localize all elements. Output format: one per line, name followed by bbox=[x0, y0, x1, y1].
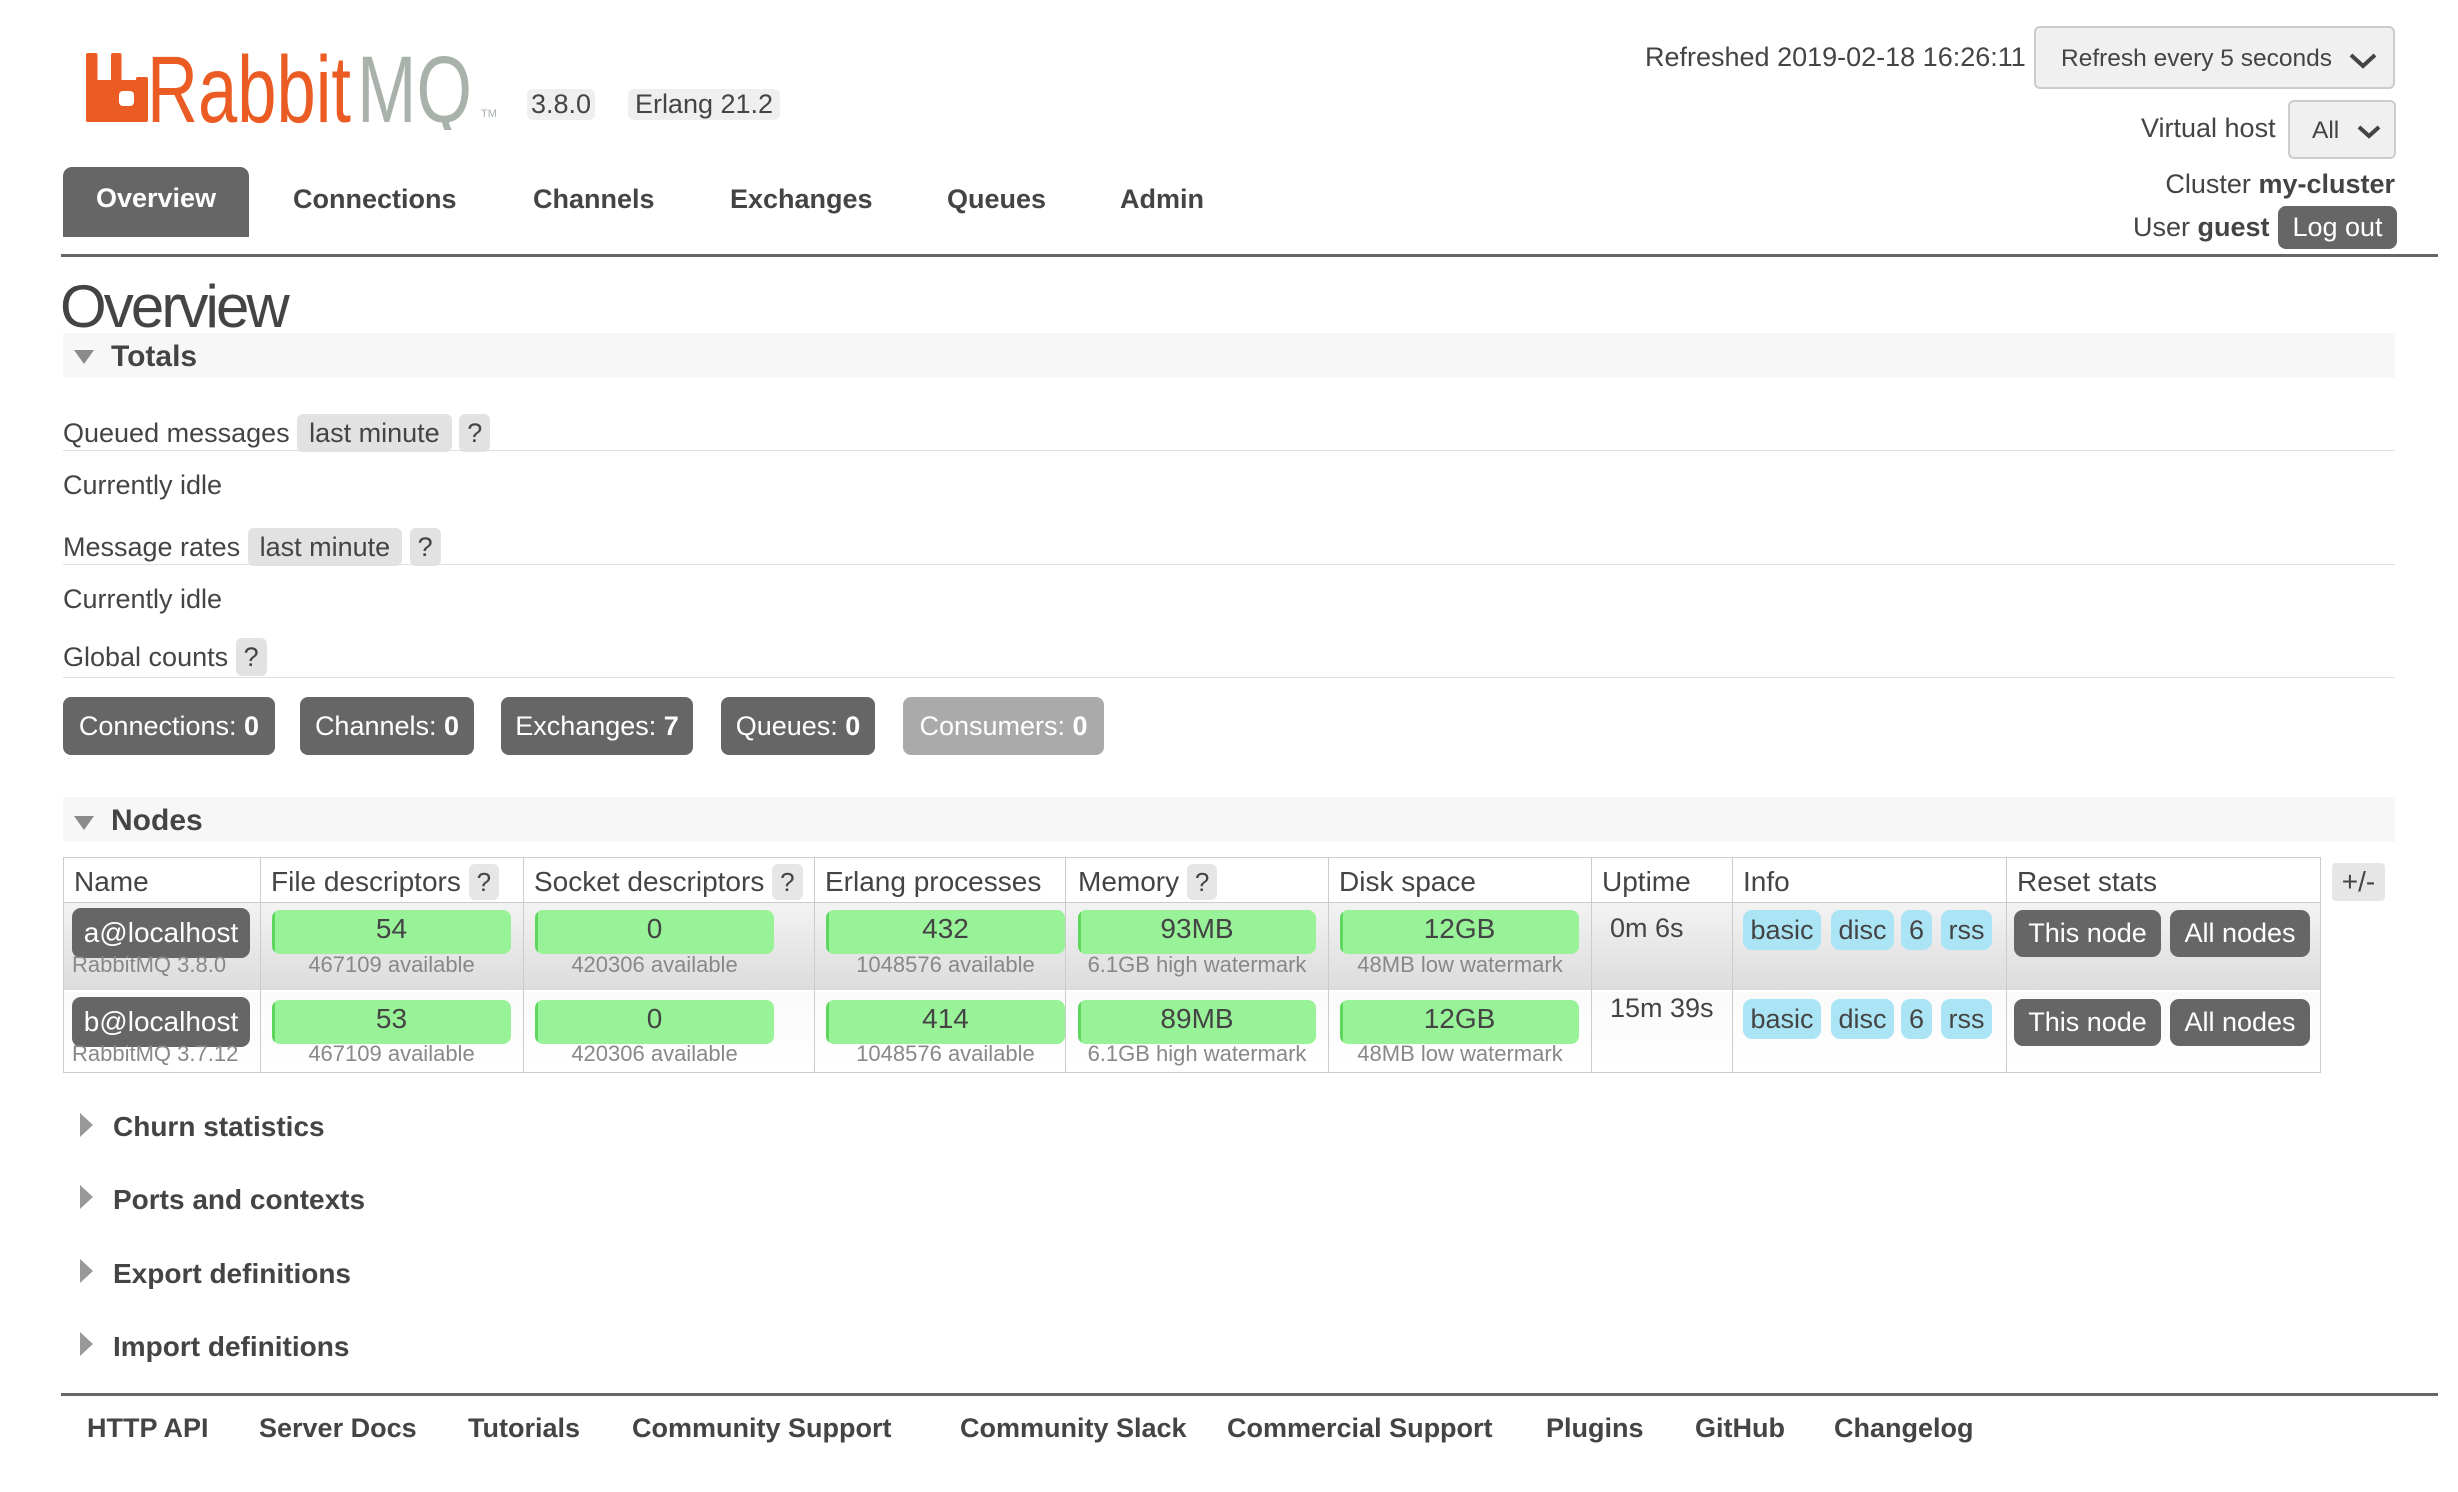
svg-text:TM: TM bbox=[481, 108, 497, 120]
svg-text:MQ: MQ bbox=[357, 40, 472, 130]
svg-text:Rabbit: Rabbit bbox=[147, 40, 351, 130]
